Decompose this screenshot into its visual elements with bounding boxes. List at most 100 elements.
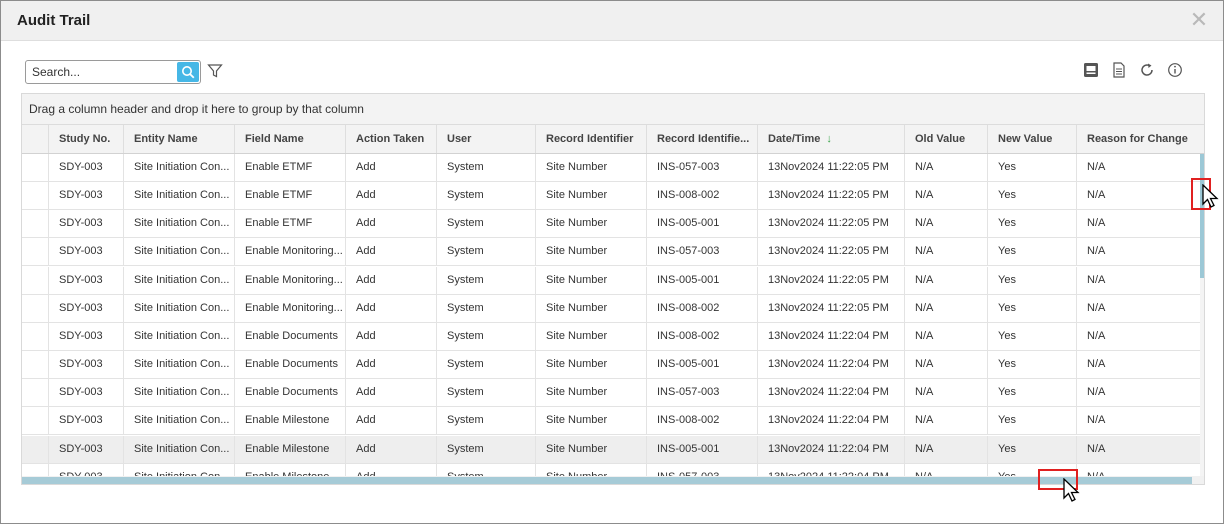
table-row[interactable]: SDY-003 Site Initiation Con... Enable Docu… [22, 379, 1200, 408]
cell-date-time: 13Nov2024 11:22:05 PM [757, 182, 904, 210]
cell-new-value: Yes [987, 182, 1076, 210]
cell-reason-for-change: N/A [1076, 435, 1199, 463]
table-row[interactable]: SDY-003Site Initiation Con...Enable Mile… [22, 435, 1200, 464]
row-selector-cell[interactable] [22, 154, 48, 181]
header-selector-cell [22, 125, 48, 153]
cell-study-no: SDY-003 [48, 463, 123, 476]
cell-field-name: Enable Milestone [234, 463, 345, 476]
column-header-study-no[interactable]: Study No. [48, 125, 123, 153]
table-row[interactable]: SDY-003Site Initiation Con...Enable Mile… [22, 407, 1200, 436]
table-row[interactable]: SDY-003 Site Initiation Con... Enable ETMF… [22, 210, 1200, 239]
cell-date-time: 13Nov2024 11:22:04 PM [757, 407, 904, 435]
cell-record-identifier-2: INS-008-002 [646, 182, 757, 210]
cell-action-taken: Add [345, 210, 436, 238]
cell-new-value: Yes [987, 407, 1076, 435]
close-icon[interactable]: ✕ [1189, 9, 1209, 31]
table-row[interactable]: SDY-003 Site Initiation Con... Enable Docu… [22, 322, 1200, 351]
row-selector-cell[interactable] [22, 323, 48, 350]
cell-action-taken: Add [345, 351, 436, 379]
table-row[interactable]: SDY-003 Site Initiation Con... Enable Moni… [22, 266, 1200, 295]
cell-record-identifier-2: INS-008-002 [646, 407, 757, 435]
row-selector-cell[interactable] [22, 379, 48, 406]
row-selector-cell[interactable] [22, 267, 48, 294]
column-header-new-value[interactable]: New Value [987, 125, 1076, 153]
search-input[interactable] [26, 61, 176, 83]
cell-entity-name: Site Initiation Con... [123, 154, 234, 181]
cell-entity-name: Site Initiation Con... [123, 351, 234, 379]
cell-user: System [436, 407, 535, 435]
cell-old-value: N/A [904, 407, 987, 435]
cell-date-time: 13Nov2024 11:22:04 PM [757, 435, 904, 463]
cell-study-no: SDY-003 [48, 294, 123, 322]
cell-user: System [436, 351, 535, 379]
cell-record-identifier-2: INS-057-003 [646, 379, 757, 407]
cell-reason-for-change: N/A [1076, 407, 1199, 435]
cell-new-value: Yes [987, 266, 1076, 294]
cell-date-time: 13Nov2024 11:22:04 PM [757, 351, 904, 379]
cell-record-identifier: Site Number [535, 435, 646, 463]
row-selector-cell[interactable] [22, 210, 48, 237]
cell-action-taken: Add [345, 322, 436, 350]
row-selector-cell[interactable] [22, 464, 48, 476]
cell-reason-for-change: N/A [1076, 266, 1199, 294]
column-header-label: Old Value [915, 133, 966, 145]
row-selector-cell[interactable] [22, 295, 48, 322]
row-selector-cell[interactable] [22, 238, 48, 265]
cell-action-taken: Add [345, 407, 436, 435]
cell-record-identifier: Site Number [535, 266, 646, 294]
table-row[interactable]: SDY-003 Site Initiation Con... Enable ETMF… [22, 182, 1200, 211]
cell-user: System [436, 322, 535, 350]
info-icon[interactable] [1166, 61, 1184, 79]
cell-reason-for-change: N/A [1076, 182, 1199, 210]
pdf-export-icon[interactable] [1082, 61, 1100, 79]
column-header-user[interactable]: User [436, 125, 535, 153]
cell-action-taken: Add [345, 266, 436, 294]
row-selector-cell[interactable] [22, 351, 48, 378]
cell-record-identifier: Site Number [535, 182, 646, 210]
cell-action-taken: Add [345, 238, 436, 266]
vertical-scrollbar-thumb[interactable] [1200, 154, 1204, 278]
table-row[interactable]: SDY-003 Site Initiation Con... Enable Docu… [22, 351, 1200, 380]
cell-entity-name: Site Initiation Con... [123, 182, 234, 210]
horizontal-scrollbar-thumb[interactable] [22, 477, 1192, 484]
cell-record-identifier-2: INS-005-001 [646, 435, 757, 463]
row-selector-cell[interactable] [22, 436, 48, 463]
column-header-field-name[interactable]: Field Name [234, 125, 345, 153]
table-header: Study No. Entity Name Field Name Action Tak… [22, 125, 1204, 154]
cell-user: System [436, 154, 535, 181]
excel-export-icon[interactable] [1110, 61, 1128, 79]
search-icon [182, 66, 195, 79]
column-header-record-identifier[interactable]: Record Identifier [535, 125, 646, 153]
cell-reason-for-change: N/A [1076, 351, 1199, 379]
cell-record-identifier: Site Number [535, 351, 646, 379]
table-row[interactable]: SDY-003Site Initiation Con...Enable Mile… [22, 463, 1200, 476]
row-selector-cell[interactable] [22, 182, 48, 209]
cell-old-value: N/A [904, 294, 987, 322]
filter-icon[interactable] [207, 63, 223, 79]
column-header-entity-name[interactable]: Entity Name [123, 125, 234, 153]
audit-trail-dialog: Audit Trail ✕ Search... Drag a column he… [0, 0, 1224, 524]
column-header-date-time[interactable]: Date/Time ↓ [757, 125, 904, 153]
column-header-label: Action Taken [356, 133, 425, 145]
row-selector-cell[interactable] [22, 407, 48, 434]
group-by-panel[interactable]: Drag a column header and drop it here to… [22, 94, 1204, 125]
cell-record-identifier: Site Number [535, 407, 646, 435]
horizontal-scrollbar[interactable] [22, 476, 1204, 484]
table-row[interactable]: SDY-003 Site Initiation Con... Enable Moni… [22, 238, 1200, 267]
column-header-record-identifier-2[interactable]: Record Identifie... [646, 125, 757, 153]
table-row[interactable]: SDY-003 Site Initiation Con... Enable ETMF… [22, 154, 1200, 182]
search-button[interactable] [177, 62, 199, 82]
table-row[interactable]: SDY-003 Site Initiation Con... Enable Moni… [22, 294, 1200, 323]
refresh-icon[interactable] [1138, 61, 1156, 79]
search-box [25, 60, 201, 84]
cell-new-value: Yes [987, 210, 1076, 238]
column-header-action-taken[interactable]: Action Taken [345, 125, 436, 153]
cell-action-taken: Add [345, 294, 436, 322]
cell-field-name: Enable ETMF [234, 154, 345, 181]
column-header-old-value[interactable]: Old Value [904, 125, 987, 153]
cell-date-time: 13Nov2024 11:22:05 PM [757, 266, 904, 294]
cell-old-value: N/A [904, 379, 987, 407]
column-header-reason-for-change[interactable]: Reason for Change [1076, 125, 1199, 153]
cell-record-identifier: Site Number [535, 379, 646, 407]
cell-action-taken: Add [345, 435, 436, 463]
